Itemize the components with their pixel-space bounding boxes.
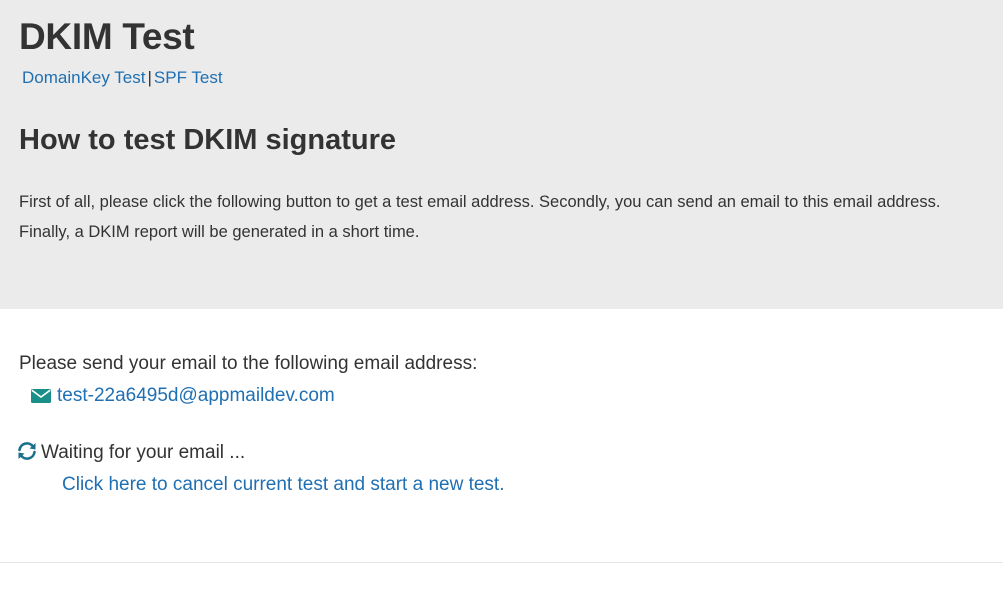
footer-divider [0, 562, 1003, 563]
nav-separator: | [147, 68, 152, 87]
domainkey-test-link[interactable]: DomainKey Test [22, 68, 145, 87]
intro-text: First of all, please click the following… [19, 193, 941, 241]
cancel-test-link[interactable]: Click here to cancel current test and st… [62, 472, 504, 498]
spf-test-link[interactable]: SPF Test [154, 68, 223, 87]
page-title: DKIM Test [19, 16, 195, 57]
test-email-row: test-22a6495d@appmaildev.com [31, 383, 335, 409]
envelope-icon [31, 389, 51, 403]
send-email-prompt: Please send your email to the following … [19, 353, 478, 374]
test-nav: DomainKey Test | SPF Test [22, 67, 223, 89]
hero-section: DKIM Test DomainKey Test | SPF Test How to… [0, 0, 1003, 309]
section-heading: How to test DKIM signature [19, 124, 397, 156]
waiting-status: Waiting for your email ... [16, 440, 245, 466]
refresh-icon [18, 442, 36, 460]
waiting-text: Waiting for your email ... [41, 442, 246, 463]
test-email-address-link[interactable]: test-22a6495d@appmaildev.com [57, 383, 335, 409]
